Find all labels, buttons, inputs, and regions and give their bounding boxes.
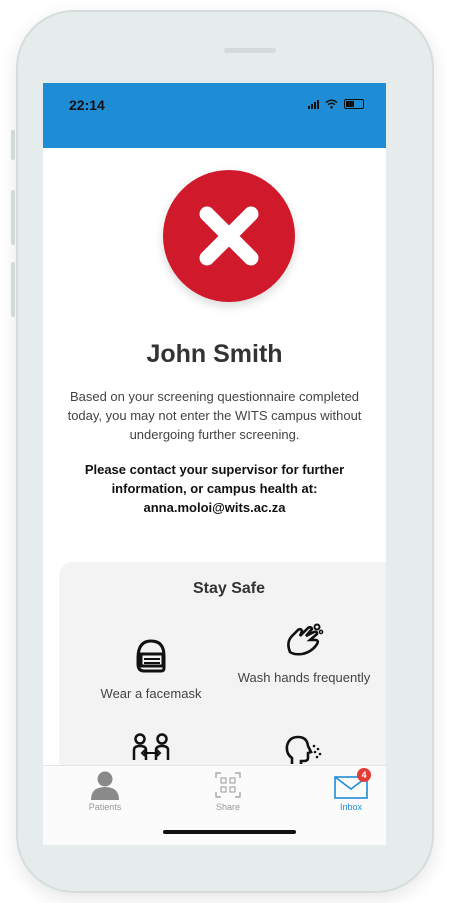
cough-icon xyxy=(285,735,322,764)
tip-social-distance xyxy=(81,732,221,764)
contact-message: Please contact your supervisor for furth… xyxy=(84,462,345,515)
tab-label: Share xyxy=(215,802,241,812)
stay-safe-card: Stay Safe Wear a facemask Wash hands fre… xyxy=(59,562,386,782)
wifi-icon xyxy=(325,99,338,109)
tip-label: Wash hands frequently xyxy=(237,670,371,685)
screening-message: Based on your screening questionnaire co… xyxy=(67,389,362,442)
tab-share[interactable]: Share xyxy=(193,770,263,812)
status-icons xyxy=(308,99,364,109)
tab-inbox[interactable]: 4 Inbox xyxy=(316,768,386,812)
patients-icon xyxy=(91,771,119,800)
tab-label: Inbox xyxy=(339,802,363,812)
tab-patients[interactable]: Patients xyxy=(70,770,140,812)
tip-wash-hands: Wash hands frequently xyxy=(234,622,374,687)
stay-safe-title: Stay Safe xyxy=(192,580,266,597)
phone-volume-up xyxy=(11,190,15,245)
home-indicator[interactable] xyxy=(163,830,296,834)
tip-label: Wear a facemask xyxy=(100,686,202,701)
battery-icon xyxy=(344,99,364,109)
tip-cough xyxy=(234,734,374,766)
phone-volume-down xyxy=(11,262,15,317)
phone-side-button xyxy=(11,130,15,160)
signal-icon xyxy=(308,99,319,109)
wash-hands-icon xyxy=(287,623,324,656)
app-screen: 22:14 John Smith Based on your screening… xyxy=(43,83,386,845)
tab-label: Patients xyxy=(88,802,122,812)
phone-speaker xyxy=(224,48,276,53)
person-name: John Smith xyxy=(146,340,283,368)
tab-bar: Patients Share 4 Inbox xyxy=(43,765,386,845)
status-time: 22:14 xyxy=(69,97,105,113)
qr-share-icon xyxy=(215,772,241,798)
social-distance-icon xyxy=(132,733,170,760)
inbox-badge: 4 xyxy=(357,768,371,782)
status-bar: 22:14 xyxy=(43,83,386,148)
tip-facemask: Wear a facemask xyxy=(81,638,221,703)
facemask-icon xyxy=(136,639,166,673)
denied-x-icon xyxy=(163,170,295,302)
